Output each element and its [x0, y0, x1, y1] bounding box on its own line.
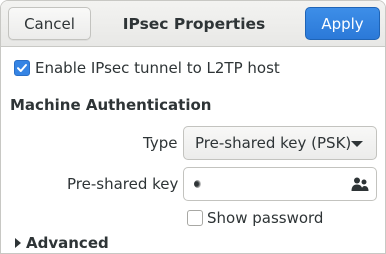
pre-shared-key-label: Pre-shared key — [67, 175, 179, 193]
cursor-caret — [194, 180, 202, 188]
show-password-checkbox[interactable] — [187, 210, 203, 226]
dialog-title: IPsec Properties — [122, 15, 266, 33]
apply-button[interactable]: Apply — [305, 7, 380, 40]
users-icon[interactable] — [351, 176, 369, 192]
advanced-label[interactable]: Advanced — [26, 234, 109, 252]
machine-authentication-heading: Machine Authentication — [10, 96, 212, 114]
dropdown-arrow-icon — [351, 141, 363, 147]
ipsec-properties-dialog: Cancel IPsec Properties Apply Enable IPs… — [0, 0, 386, 254]
type-label: Type — [143, 134, 178, 152]
type-dropdown[interactable]: Pre-shared key (PSK) — [183, 126, 377, 160]
enable-ipsec-checkbox[interactable] — [14, 60, 30, 76]
checkmark-icon — [17, 64, 27, 72]
cancel-button[interactable]: Cancel — [8, 7, 91, 40]
show-password-label[interactable]: Show password — [207, 209, 323, 227]
type-dropdown-value: Pre-shared key (PSK) — [195, 134, 352, 152]
header-bar: Cancel IPsec Properties Apply — [1, 1, 385, 47]
expander-arrow-icon[interactable] — [15, 238, 21, 248]
pre-shared-key-field[interactable] — [183, 167, 377, 201]
enable-ipsec-label[interactable]: Enable IPsec tunnel to L2TP host — [35, 59, 280, 77]
